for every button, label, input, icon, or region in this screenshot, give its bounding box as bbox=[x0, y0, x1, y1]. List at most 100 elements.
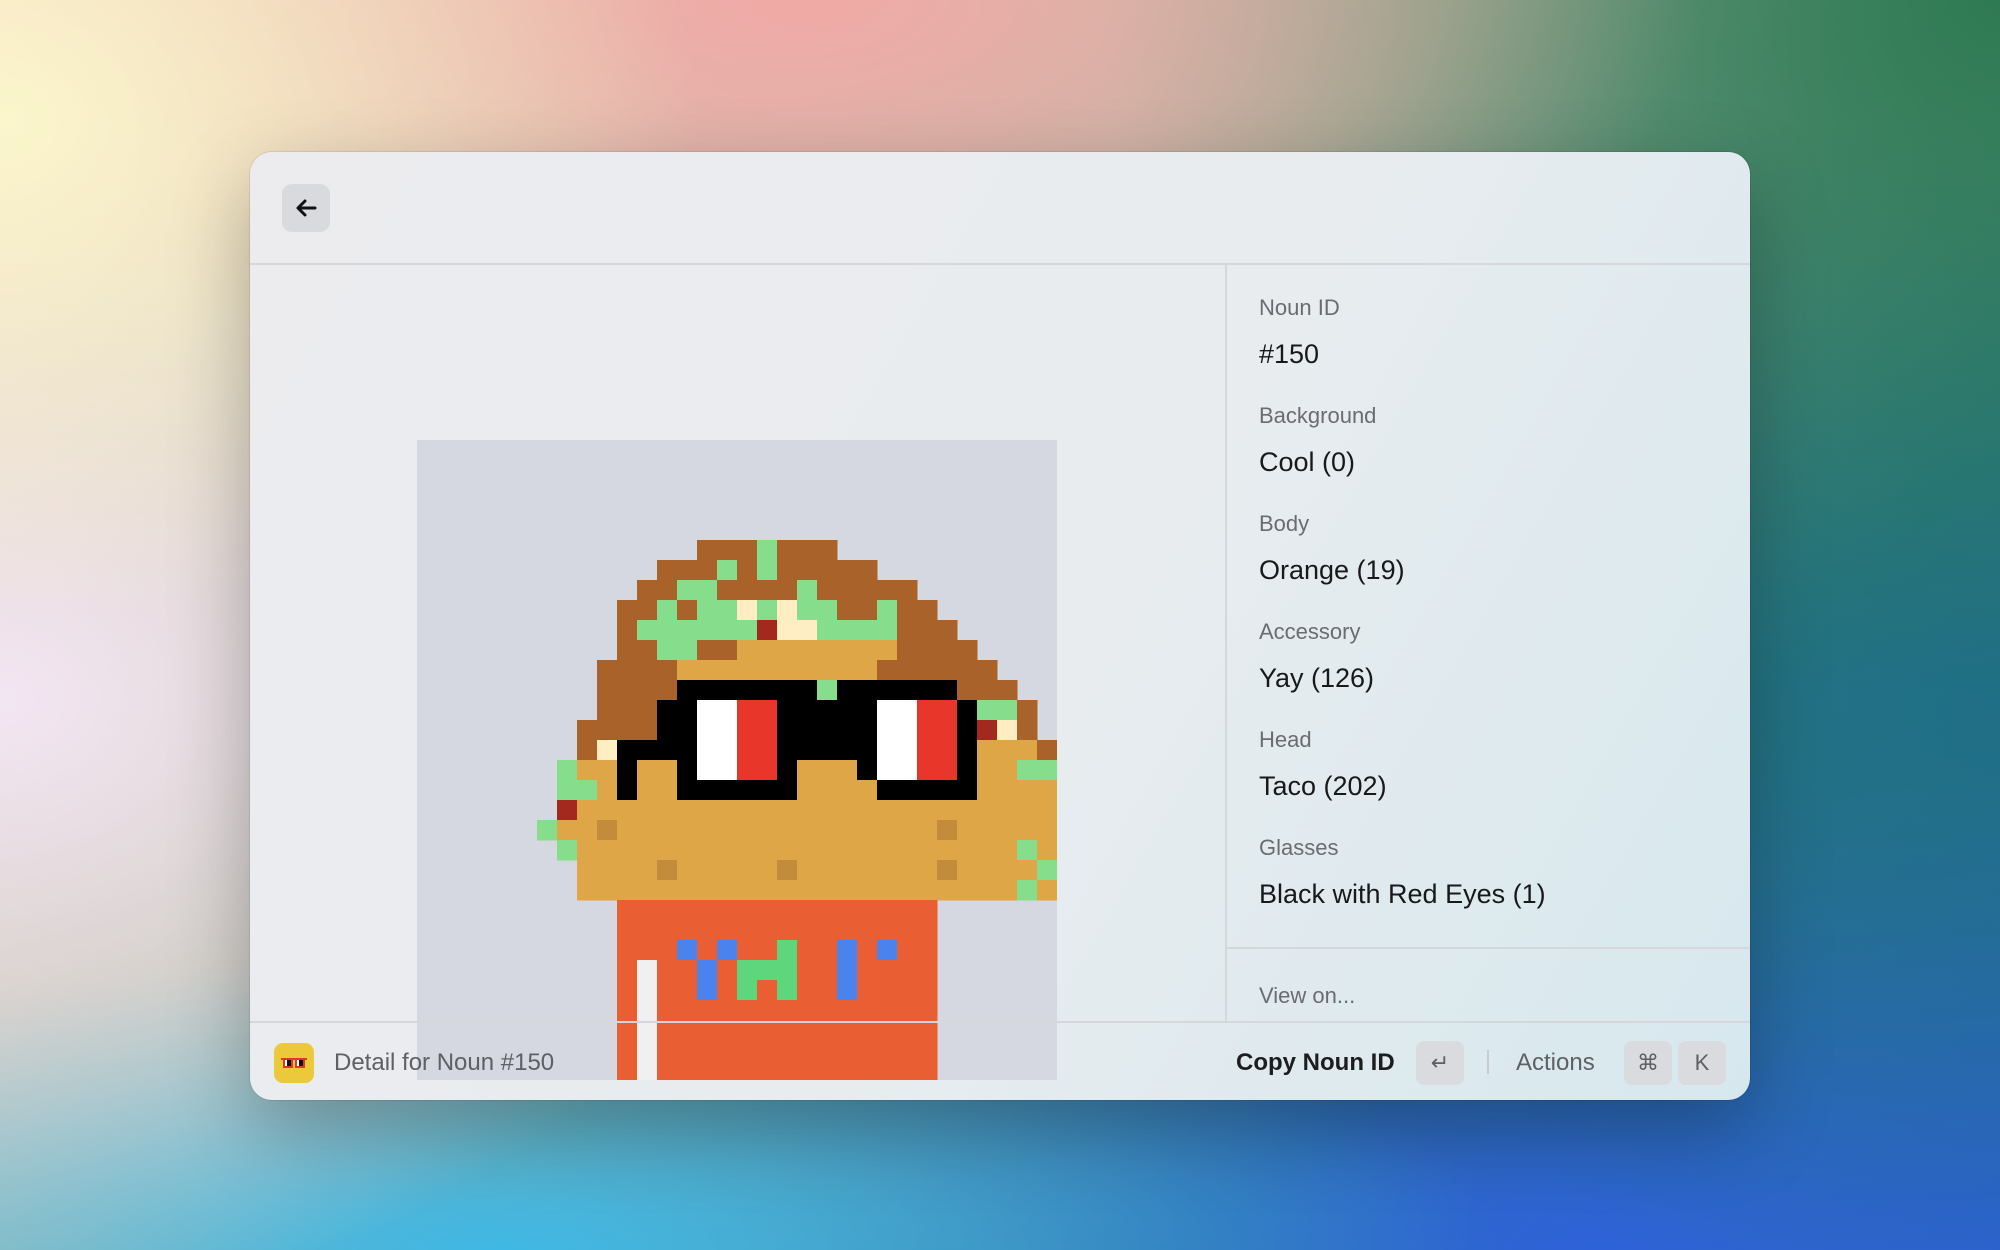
pixel bbox=[797, 660, 818, 681]
pixel bbox=[897, 980, 918, 1001]
pixel bbox=[737, 820, 758, 841]
pixel bbox=[577, 780, 598, 801]
pixel bbox=[617, 960, 638, 981]
pixel bbox=[937, 720, 958, 741]
pixel bbox=[817, 700, 838, 721]
pixel bbox=[677, 640, 698, 661]
pixel bbox=[857, 700, 878, 721]
pixel bbox=[837, 760, 858, 781]
pixel bbox=[857, 660, 878, 681]
pixel bbox=[917, 700, 938, 721]
pixel bbox=[717, 720, 738, 741]
pixel bbox=[857, 960, 878, 981]
pixel bbox=[1017, 820, 1038, 841]
pixel bbox=[637, 960, 658, 981]
pixel bbox=[877, 660, 898, 681]
pixel bbox=[957, 860, 978, 881]
pixel bbox=[897, 640, 918, 661]
pixel bbox=[677, 580, 698, 601]
pixel bbox=[697, 820, 718, 841]
pixel bbox=[617, 820, 638, 841]
pixel bbox=[797, 620, 818, 641]
pixel bbox=[1017, 720, 1038, 741]
pixel bbox=[757, 840, 778, 861]
pixel bbox=[957, 780, 978, 801]
pixel bbox=[777, 620, 798, 641]
metadata-item-body: Body Orange (19) bbox=[1259, 481, 1729, 589]
pixel bbox=[1037, 840, 1057, 861]
pixel bbox=[897, 580, 918, 601]
metadata-value: Black with Red Eyes (1) bbox=[1259, 879, 1546, 909]
pixel bbox=[837, 740, 858, 761]
pixel bbox=[777, 920, 798, 941]
pixel bbox=[557, 800, 578, 821]
pixel bbox=[717, 660, 738, 681]
pixel bbox=[717, 840, 738, 861]
pixel bbox=[577, 760, 598, 781]
pixel bbox=[717, 900, 738, 921]
pixel bbox=[657, 880, 678, 901]
pixel bbox=[657, 600, 678, 621]
pixel bbox=[997, 860, 1018, 881]
pixel bbox=[977, 820, 998, 841]
view-on-link[interactable]: View on... bbox=[1259, 983, 1355, 1009]
pixel bbox=[657, 660, 678, 681]
pixel bbox=[817, 620, 838, 641]
pixel bbox=[697, 700, 718, 721]
pixel bbox=[737, 760, 758, 781]
pixel bbox=[677, 560, 698, 581]
pixel bbox=[837, 780, 858, 801]
pixel bbox=[617, 980, 638, 1001]
pixel bbox=[637, 660, 658, 681]
pixel bbox=[837, 920, 858, 941]
pixel bbox=[657, 700, 678, 721]
pixel bbox=[757, 660, 778, 681]
pixel bbox=[877, 820, 898, 841]
pixel bbox=[837, 620, 858, 641]
pixel bbox=[897, 620, 918, 641]
pixel bbox=[897, 600, 918, 621]
pixel bbox=[757, 680, 778, 701]
pixel bbox=[657, 740, 678, 761]
pixel bbox=[997, 880, 1018, 901]
pixel bbox=[797, 880, 818, 901]
noun-glasses-icon bbox=[274, 1043, 314, 1083]
pixel bbox=[737, 620, 758, 641]
pixel bbox=[777, 760, 798, 781]
copy-noun-id-button[interactable]: Copy Noun ID bbox=[1236, 1049, 1395, 1077]
pixel bbox=[837, 960, 858, 981]
pixel bbox=[877, 800, 898, 821]
pixel bbox=[837, 660, 858, 681]
pixel bbox=[917, 800, 938, 821]
pixel bbox=[917, 960, 938, 981]
pixel bbox=[637, 680, 658, 701]
pixel bbox=[857, 940, 878, 961]
pixel bbox=[917, 600, 938, 621]
pixel bbox=[657, 860, 678, 881]
pixel bbox=[917, 840, 938, 861]
pixel bbox=[697, 760, 718, 781]
pixel bbox=[677, 720, 698, 741]
pixel bbox=[817, 780, 838, 801]
pixel bbox=[617, 1000, 638, 1021]
pixel bbox=[957, 720, 978, 741]
action-separator bbox=[1487, 1050, 1489, 1074]
pixel bbox=[897, 860, 918, 881]
pixel bbox=[977, 700, 998, 721]
pixel bbox=[697, 720, 718, 741]
pixel bbox=[917, 820, 938, 841]
back-button[interactable] bbox=[282, 184, 330, 232]
pixel bbox=[617, 900, 638, 921]
actions-button[interactable]: Actions bbox=[1516, 1049, 1595, 1077]
pixel bbox=[757, 540, 778, 561]
pixel bbox=[697, 800, 718, 821]
pixel bbox=[977, 680, 998, 701]
pixel bbox=[717, 700, 738, 721]
pixel bbox=[877, 700, 898, 721]
pixel bbox=[757, 860, 778, 881]
pixel bbox=[777, 1000, 798, 1021]
pixel bbox=[737, 880, 758, 901]
pixel bbox=[917, 640, 938, 661]
pixel bbox=[657, 980, 678, 1001]
pixel bbox=[857, 600, 878, 621]
